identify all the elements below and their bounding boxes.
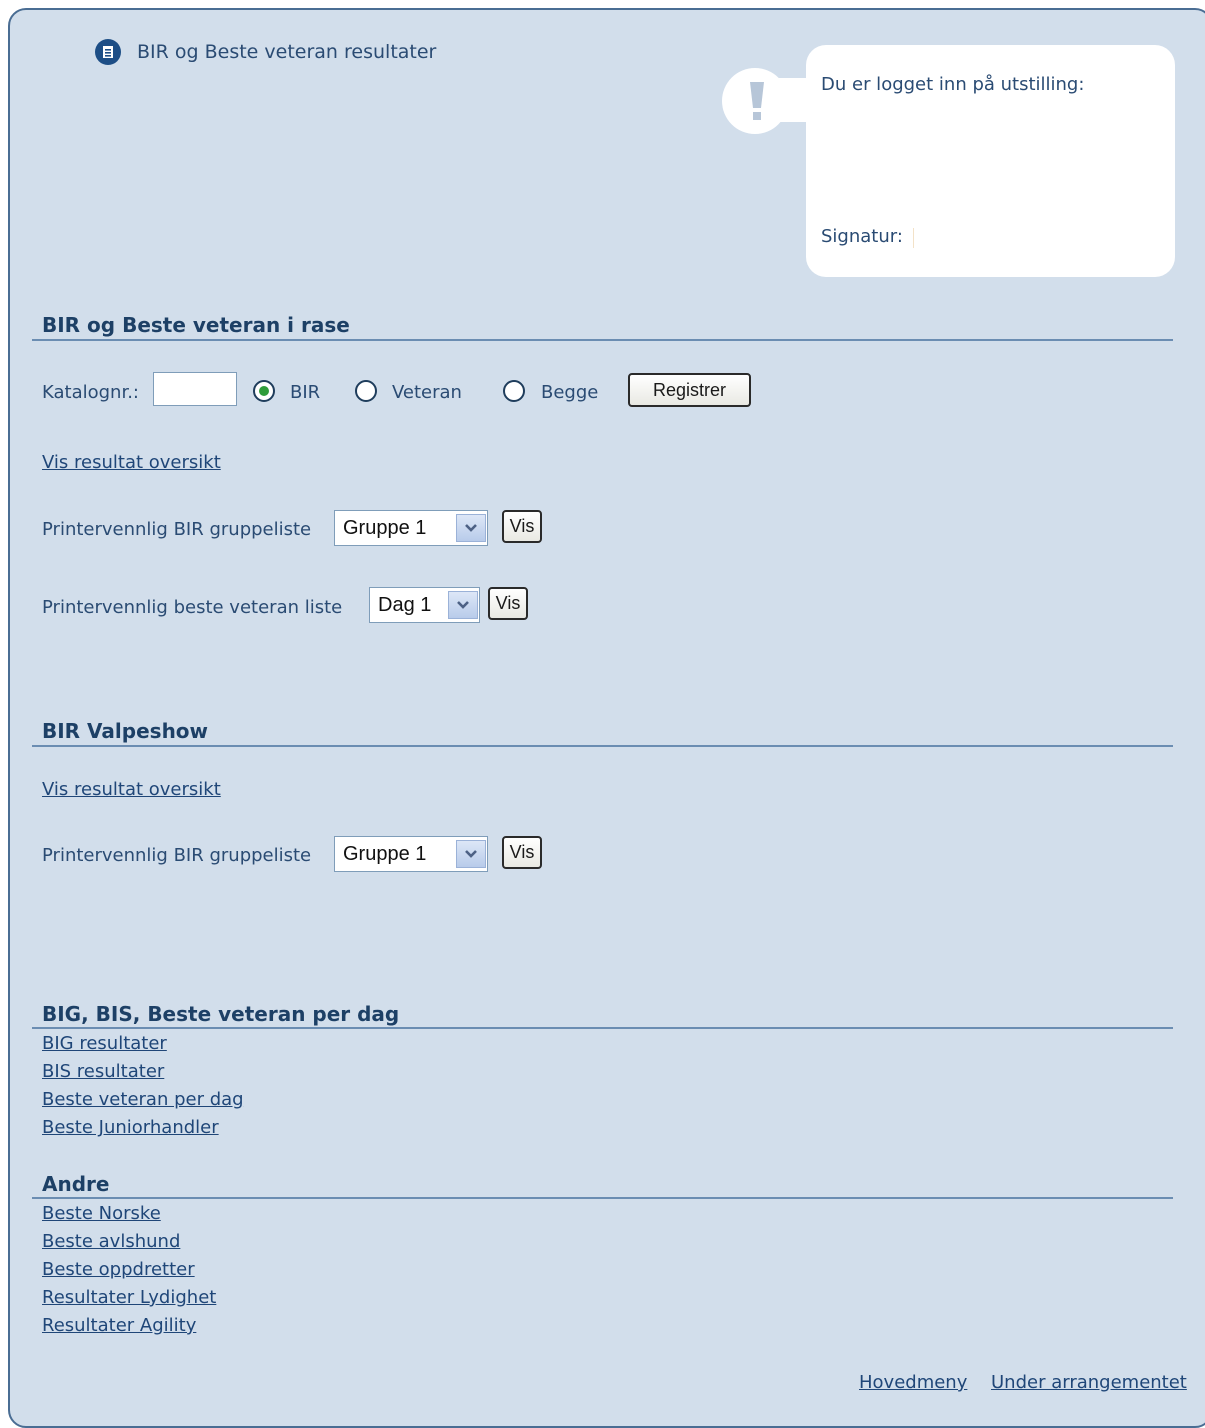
page-title-text: BIR og Beste veteran resultater (137, 41, 437, 63)
link-bis-results[interactable]: BIS resultater (42, 1061, 164, 1082)
section-title-bir: BIR og Beste veteran i rase (42, 313, 350, 337)
section-title-puppy: BIR Valpeshow (42, 719, 209, 743)
link-best-breeding-dog[interactable]: Beste avlshund (42, 1231, 180, 1252)
group-select-bir-value: Gruppe 1 (343, 516, 427, 539)
link-obedience-results[interactable]: Resultater Lydighet (42, 1287, 216, 1308)
logged-in-label: Du er logget inn på utstilling: (821, 74, 1085, 95)
group-list-label-bir: Printervennlig BIR gruppeliste (42, 519, 312, 540)
chevron-down-icon (456, 514, 486, 542)
link-agility-results[interactable]: Resultater Agility (42, 1315, 196, 1336)
radio-veteran-label: Veteran (392, 382, 462, 403)
veteran-list-label: Printervennlig beste veteran liste (42, 597, 343, 618)
veteran-day-select[interactable]: Dag 1 (369, 587, 480, 623)
overview-link-puppy[interactable]: Vis resultat oversikt (42, 779, 221, 800)
katalog-label: Katalognr.: (42, 382, 139, 403)
link-best-norwegian[interactable]: Beste Norske (42, 1203, 161, 1224)
link-main-menu[interactable]: Hovedmeny (859, 1372, 967, 1393)
group-select-bir[interactable]: Gruppe 1 (334, 510, 488, 546)
chevron-down-icon (456, 840, 486, 868)
show-veteran-button[interactable]: Vis (488, 587, 528, 620)
exclamation-icon (750, 82, 764, 120)
link-best-veteran-per-day[interactable]: Beste veteran per dag (42, 1089, 244, 1110)
section-divider (32, 1197, 1173, 1199)
page-title: BIR og Beste veteran resultater (95, 37, 436, 67)
radio-bir-label: BIR (290, 382, 321, 403)
document-icon (95, 39, 121, 65)
chevron-down-icon (448, 591, 478, 619)
section-title-other: Andre (42, 1172, 110, 1196)
radio-bir[interactable] (253, 380, 275, 402)
section-divider (32, 745, 1173, 747)
radio-begge-label: Begge (541, 382, 599, 403)
show-group-button-puppy[interactable]: Vis (502, 836, 542, 869)
signature-label: Signatur: (821, 226, 903, 247)
show-group-button-bir[interactable]: Vis (502, 510, 542, 543)
link-best-junior-handler[interactable]: Beste Juniorhandler (42, 1117, 219, 1138)
group-select-puppy[interactable]: Gruppe 1 (334, 836, 488, 872)
radio-selected-dot (259, 386, 269, 396)
signature-value (913, 228, 914, 248)
register-button[interactable]: Registrer (628, 373, 751, 407)
group-list-label-puppy: Printervennlig BIR gruppeliste (42, 845, 312, 866)
overview-link-bir[interactable]: Vis resultat oversikt (42, 452, 221, 473)
section-title-big: BIG, BIS, Beste veteran per dag (42, 1002, 400, 1026)
radio-veteran[interactable] (355, 380, 377, 402)
radio-begge[interactable] (503, 380, 525, 402)
veteran-day-select-value: Dag 1 (378, 593, 432, 616)
link-during-event[interactable]: Under arrangementet (991, 1372, 1187, 1393)
group-select-puppy-value: Gruppe 1 (343, 842, 427, 865)
katalog-input[interactable] (153, 372, 237, 406)
section-divider (32, 339, 1173, 341)
link-big-results[interactable]: BIG resultater (42, 1033, 167, 1054)
section-divider (32, 1027, 1173, 1029)
link-best-breeder[interactable]: Beste oppdretter (42, 1259, 195, 1280)
